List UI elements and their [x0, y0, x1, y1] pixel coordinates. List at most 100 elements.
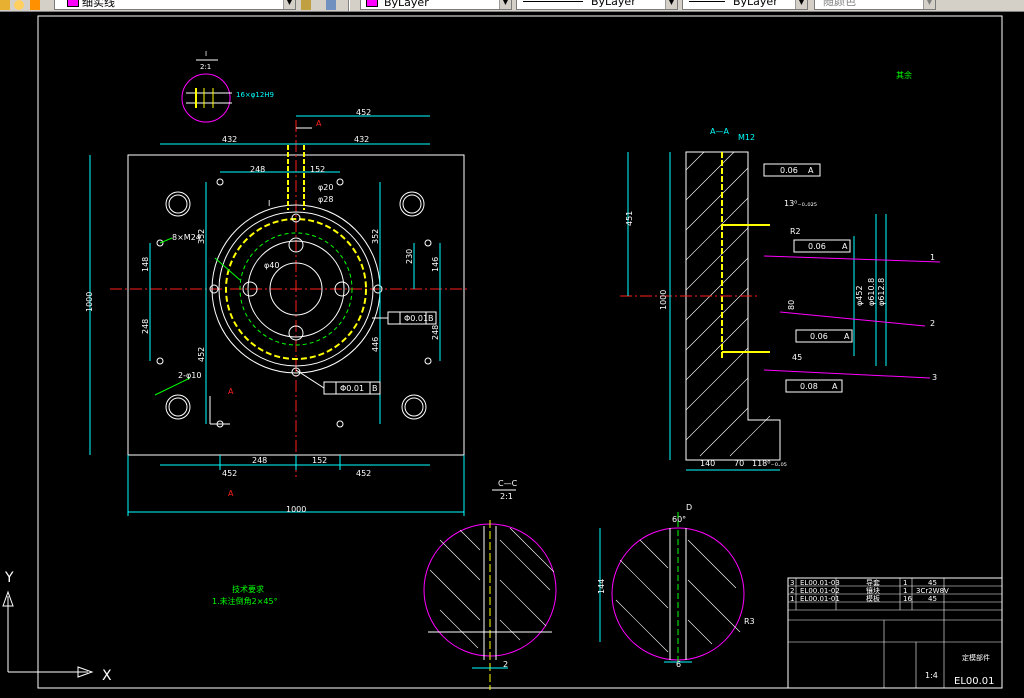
dim-text-phi28: φ28: [318, 195, 333, 204]
detail-I-scale: 2:1: [200, 63, 211, 71]
dim-text-248-bottom: 248: [252, 456, 267, 465]
svg-text:EL00.01-02: EL00.01-02: [800, 587, 840, 595]
plan-view: 452 432 432 248 152 φ20 φ28 1000 148 352…: [85, 108, 470, 516]
dim-text-top-452: 452: [356, 108, 371, 117]
drawing-canvas[interactable]: I 2:1 16×φ12H9 452 432 432 248 152 φ20 φ…: [0, 12, 1024, 698]
tolerance-datum-upper: B: [428, 314, 434, 323]
note-m24: 8×M24: [172, 233, 201, 242]
ucs-icon: Y X: [2, 570, 112, 684]
tech-req-line1: 1.未注倒角2×45°: [212, 596, 278, 606]
linetype-dropdown[interactable]: ByLayer ▼: [516, 0, 678, 10]
guide-hole: [404, 397, 424, 417]
separator: [348, 0, 350, 11]
leader-line: [295, 369, 325, 389]
guide-hole: [402, 194, 422, 214]
svg-text:EL00.01-03: EL00.01-03: [800, 579, 840, 587]
svg-text:45: 45: [928, 579, 937, 587]
layer-name: 细实线: [82, 0, 115, 9]
dim-text-451: 451: [625, 211, 634, 226]
hatching: [429, 527, 555, 649]
leader-line: [214, 257, 241, 281]
dim-text-148-left: 148: [141, 257, 150, 272]
tolerance-value: 0.06: [808, 242, 826, 251]
chevron-down-icon[interactable]: ▼: [499, 0, 511, 9]
dim-text-r3: R3: [744, 617, 755, 626]
leader-label-3: 3: [932, 373, 937, 382]
lineweight-value: ByLayer: [733, 0, 778, 8]
note-m12: M12: [738, 133, 755, 142]
dim-text-140: 140: [700, 459, 715, 468]
hatching: [685, 151, 771, 457]
make-current-layer-icon[interactable]: [301, 0, 311, 10]
screw-hole: [424, 357, 432, 365]
dim-text-80: 80: [787, 300, 796, 310]
screw-hole: [336, 178, 344, 186]
tolerance-value-lower: Φ0.01: [340, 384, 364, 393]
dim-text-152-top: 152: [310, 165, 325, 174]
dim-text-1000-bottom: 1000: [286, 505, 306, 514]
dim-text-152-bottom: 152: [312, 456, 327, 465]
dim-text-230: 230: [405, 249, 414, 264]
tolerance-value-upper: Φ0.01: [404, 314, 428, 323]
dim-text-248-left: 248: [141, 319, 150, 334]
leader-line-1: [763, 255, 941, 263]
svg-text:镶块: 镶块: [866, 586, 880, 595]
dim-text-612: φ612.8: [877, 278, 886, 306]
dim-text-248-right: 248: [431, 325, 440, 340]
ucs-x-label: X: [102, 668, 112, 684]
chevron-down-icon[interactable]: ▼: [795, 0, 807, 9]
dim-text-452-bottom-left: 452: [222, 469, 237, 478]
tolerance-value: 0.06: [810, 332, 828, 341]
guide-hole: [401, 394, 427, 420]
svg-text:导套: 导套: [866, 578, 880, 587]
color-swatch: [366, 0, 378, 7]
plotstyle-value: 随颜色: [823, 0, 856, 8]
drawing-frame: [37, 15, 1003, 689]
tech-requirements: 技术要求 1.未注倒角2×45°: [212, 584, 278, 606]
layer-dropdown[interactable]: 细实线 ▼: [54, 0, 296, 10]
svg-text:3Cr2W8V: 3Cr2W8V: [916, 587, 949, 595]
dim-text-118: 118⁰₋₀.₀₅: [752, 459, 787, 468]
section-CC: C—C 2:1 2: [423, 479, 557, 690]
dim-text-352-right: 352: [371, 229, 380, 244]
svg-text:45: 45: [928, 595, 937, 603]
svg-text:3: 3: [790, 579, 794, 587]
guide-hole: [168, 194, 188, 214]
dim-text-446: 446: [371, 337, 380, 352]
layer-state-icon[interactable]: [30, 0, 40, 10]
dim-text-144: 144: [597, 579, 606, 594]
section-label-A: A: [228, 489, 234, 498]
chevron-down-icon[interactable]: ▼: [665, 0, 677, 9]
tolerance-datum-lower: B: [372, 384, 378, 393]
dim-text-60deg: 60°: [672, 515, 686, 524]
svg-text:1: 1: [790, 595, 794, 603]
dim-text-248-top: 248: [250, 165, 265, 174]
section-label-I: I: [268, 199, 270, 208]
section-title-D: D: [686, 503, 692, 512]
svg-text:1: 1: [903, 579, 907, 587]
ucs-y-label: Y: [4, 570, 14, 586]
section-label-A: A: [228, 387, 234, 396]
color-value: ByLayer: [384, 0, 429, 9]
section-D: D 60° 144 R3 6: [597, 503, 755, 669]
dim-text-45: 45: [792, 353, 802, 362]
sun-icon[interactable]: [14, 0, 24, 10]
leader-label-1: 1: [930, 253, 935, 262]
detail-I: I 2:1 16×φ12H9: [181, 50, 274, 123]
lineweight-dropdown[interactable]: ByLayer ▼: [682, 0, 808, 10]
dim-text-2: 2: [503, 660, 508, 669]
linetype-value: ByLayer: [591, 0, 636, 8]
chevron-down-icon[interactable]: ▼: [283, 0, 295, 9]
layer-previous-icon[interactable]: [326, 0, 336, 10]
tolerance-value: 0.08: [800, 382, 818, 391]
leader-line-2: [779, 311, 926, 327]
section-title-AA: A—A: [710, 127, 729, 136]
dim-text-1000-left: 1000: [85, 292, 94, 312]
tech-req-title: 技术要求: [232, 584, 264, 594]
layer-lock-icon[interactable]: [0, 0, 10, 10]
screw-hole: [156, 357, 164, 365]
dim-text-432-right: 432: [354, 135, 369, 144]
dim-text-610: φ610.8: [867, 278, 876, 306]
chevron-down-icon: ▼: [923, 0, 935, 9]
color-dropdown[interactable]: ByLayer ▼: [360, 0, 512, 10]
